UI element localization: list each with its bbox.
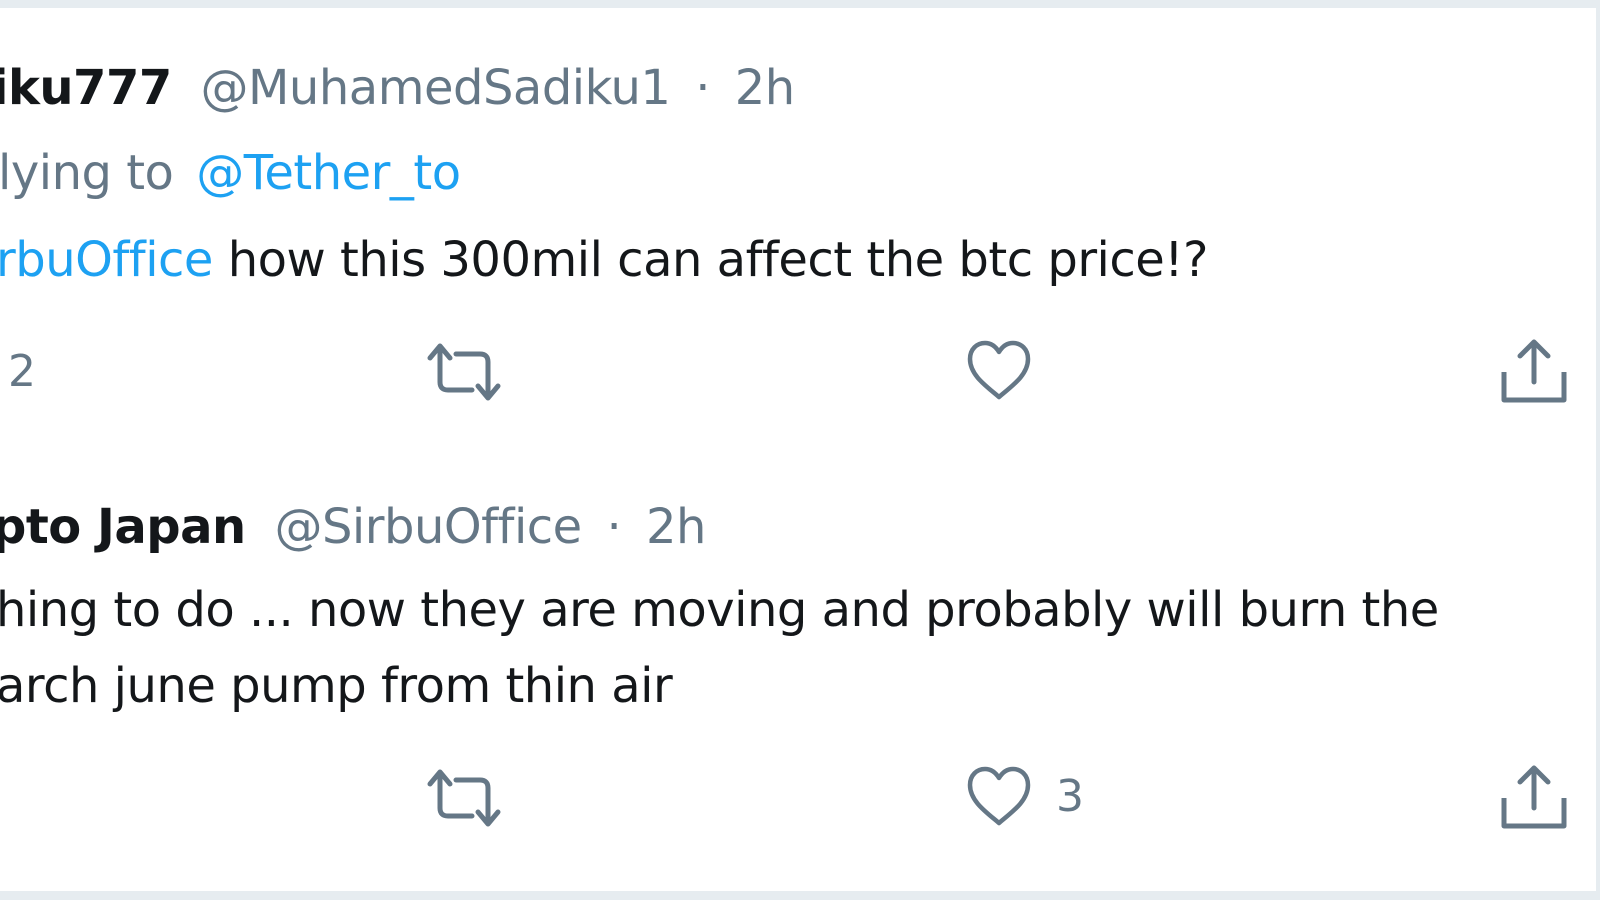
user-handle[interactable]: @MuhamedSadiku1 xyxy=(201,60,671,116)
heart-icon xyxy=(967,766,1031,826)
share-button[interactable] xyxy=(1500,338,1568,406)
user-handle[interactable]: @SirbuOffice xyxy=(274,499,582,555)
share-icon xyxy=(1501,765,1567,829)
timestamp[interactable]: 2h xyxy=(646,499,706,555)
retweet-icon xyxy=(427,343,501,401)
display-name[interactable]: pto Japan xyxy=(0,499,246,555)
share-icon xyxy=(1501,339,1567,403)
reply-count: 2 xyxy=(8,346,36,397)
separator-dot: · xyxy=(695,60,710,116)
like-count: 3 xyxy=(1056,771,1084,822)
replying-to-label: lying to xyxy=(0,145,174,201)
like-button[interactable]: 3 xyxy=(966,766,1084,828)
right-divider xyxy=(1596,0,1600,900)
tweet-text-line-1: hing to do ... now they are moving and p… xyxy=(0,582,1439,638)
tweet-header: pto Japan @SirbuOffice · 2h xyxy=(0,497,706,557)
retweet-button[interactable] xyxy=(426,342,526,402)
separator-dot: · xyxy=(606,499,622,555)
top-divider xyxy=(0,0,1600,8)
retweet-button[interactable] xyxy=(426,768,526,828)
display-name[interactable]: iku777 xyxy=(0,60,172,116)
reply-button[interactable]: 2 xyxy=(0,346,36,398)
tweet-text-line-2: arch june pump from thin air xyxy=(0,658,673,714)
like-button[interactable] xyxy=(966,340,1056,402)
timestamp[interactable]: 2h xyxy=(735,60,795,116)
tweet-header: iku777 @MuhamedSadiku1 · 2h xyxy=(0,58,795,118)
heart-icon xyxy=(967,340,1031,400)
share-button[interactable] xyxy=(1500,764,1568,832)
tweet-body: how this 300mil can affect the btc price… xyxy=(212,232,1209,288)
reply-button[interactable] xyxy=(0,772,18,824)
mention-link[interactable]: rbuOffice xyxy=(0,232,213,288)
retweet-icon xyxy=(427,769,501,827)
replying-to-line: lying to @Tether_to xyxy=(0,143,461,203)
tweet-text: rbuOffice how this 300mil can affect the… xyxy=(0,230,1209,290)
replying-to-handle[interactable]: @Tether_to xyxy=(196,145,461,201)
bottom-divider xyxy=(0,891,1600,900)
